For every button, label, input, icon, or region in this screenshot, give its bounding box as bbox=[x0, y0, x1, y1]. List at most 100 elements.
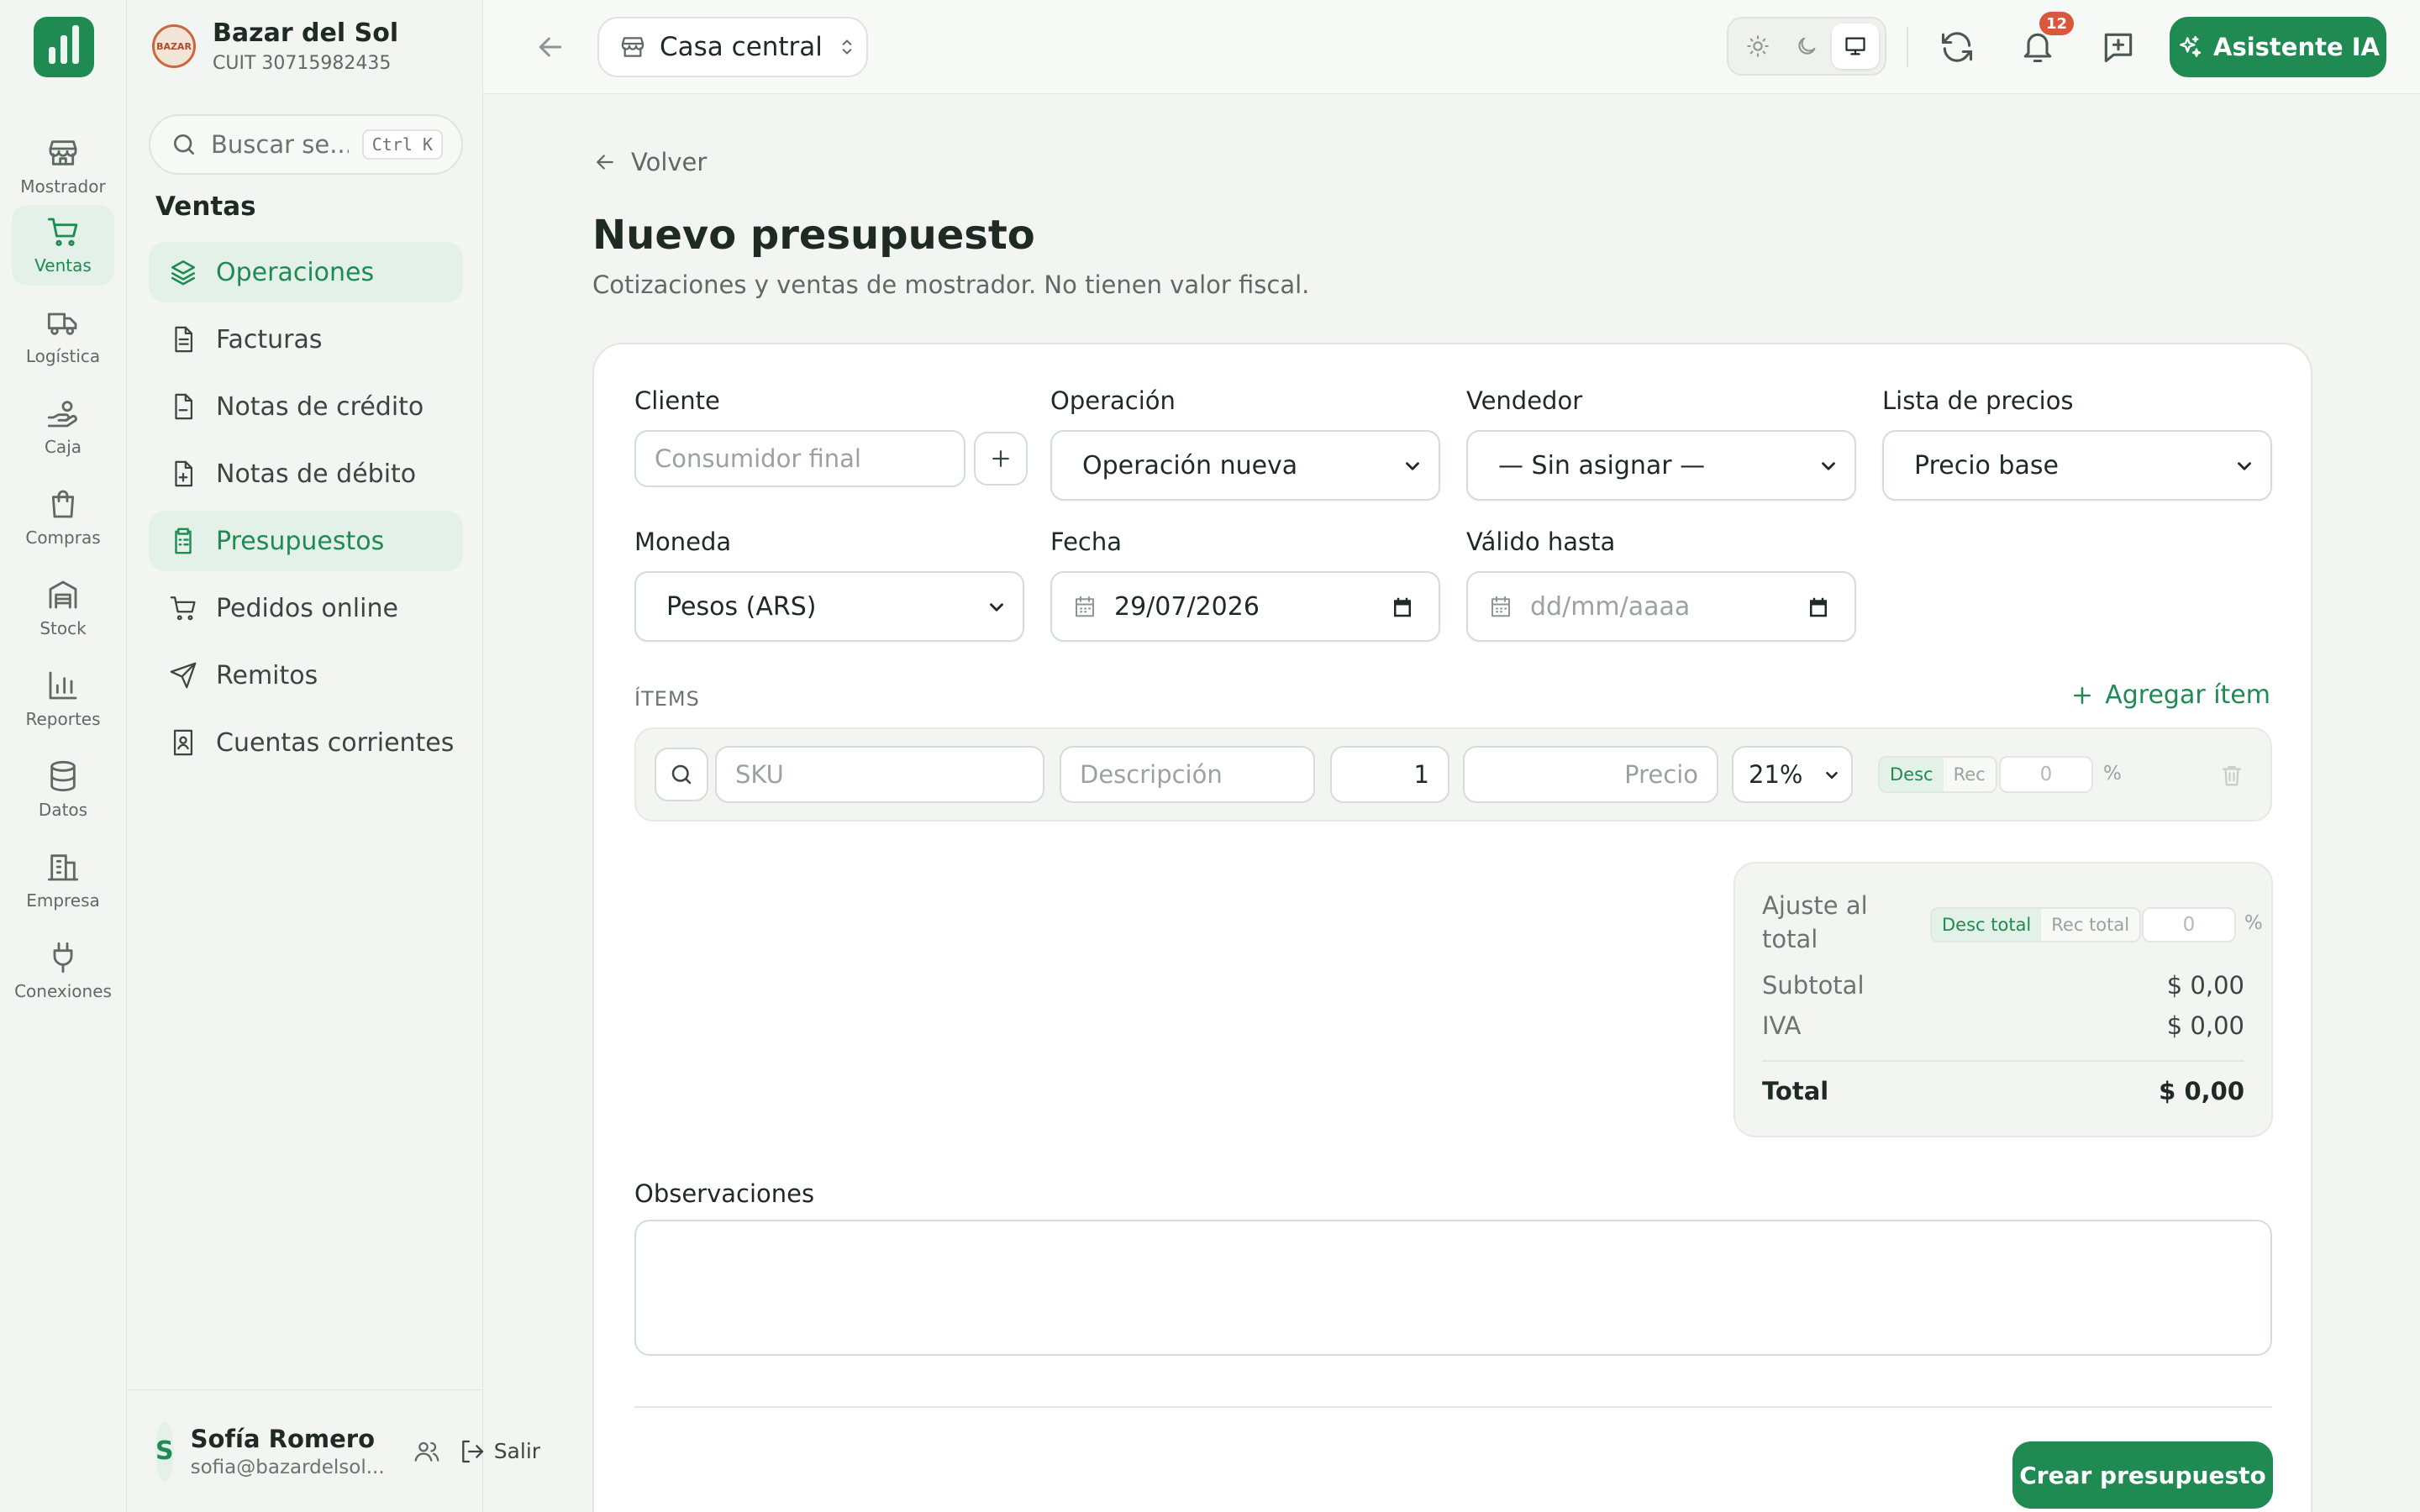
sidebar-item-remitos[interactable]: Remitos bbox=[149, 645, 463, 706]
item-percent-value: 0 bbox=[2039, 764, 2053, 785]
notification-badge: 12 bbox=[2039, 12, 2075, 35]
total-adjust-toggle: Desc total Rec total bbox=[1930, 907, 2142, 942]
quantity-value: 1 bbox=[1413, 760, 1429, 789]
rail-item-empresa[interactable]: Empresa bbox=[12, 840, 114, 921]
rail-item-caja[interactable]: Caja bbox=[12, 386, 114, 467]
chevrons-up-down-icon bbox=[842, 39, 852, 55]
cliente-placeholder: Consumidor final bbox=[655, 444, 861, 473]
app-logo-icon[interactable] bbox=[34, 17, 94, 77]
sun-icon bbox=[1747, 35, 1769, 57]
desc-total-toggle[interactable]: Desc total bbox=[1932, 909, 2042, 941]
store-icon bbox=[621, 37, 644, 57]
sidebar-item-label: Cuentas corrientes bbox=[216, 727, 455, 758]
total-percent-value: 0 bbox=[2182, 914, 2196, 936]
divider bbox=[1907, 27, 1908, 67]
fecha-input[interactable]: 29/07/2026 bbox=[1050, 571, 1440, 642]
add-item-button[interactable]: Agregar ítem bbox=[2070, 680, 2270, 710]
users-icon[interactable] bbox=[413, 1438, 440, 1465]
price-input[interactable]: Precio bbox=[1463, 746, 1718, 803]
trash-icon[interactable] bbox=[2219, 763, 2244, 788]
search-icon bbox=[671, 764, 692, 785]
back-arrow-icon[interactable] bbox=[534, 30, 567, 64]
rail-label: Datos bbox=[38, 800, 88, 820]
rail-item-conexiones[interactable]: Conexiones bbox=[12, 931, 114, 1011]
operacion-value: Operación nueva bbox=[1082, 450, 1298, 480]
lista-precios-select[interactable]: Precio base bbox=[1882, 430, 2272, 501]
company-logo-text: BAZAR bbox=[156, 40, 192, 52]
vendedor-select[interactable]: — Sin asignar — bbox=[1466, 430, 1856, 501]
rail-item-reportes[interactable]: Reportes bbox=[12, 659, 114, 739]
sidebar-item-pedidos-online[interactable]: Pedidos online bbox=[149, 578, 463, 638]
item-percent-input[interactable]: 0 bbox=[1999, 756, 2093, 793]
calendar-picker-icon[interactable] bbox=[1806, 595, 1831, 620]
iva-value: $ 0,00 bbox=[2166, 1011, 2244, 1040]
calendar-picker-icon[interactable] bbox=[1390, 595, 1415, 620]
rail-item-mostrador[interactable]: Mostrador bbox=[12, 126, 114, 207]
sidebar-item-notas-debito[interactable]: Notas de débito bbox=[149, 444, 463, 504]
theme-system-button[interactable] bbox=[1832, 24, 1879, 69]
sidebar-item-notas-credito[interactable]: Notas de crédito bbox=[149, 376, 463, 437]
sidebar-item-label: Facturas bbox=[216, 324, 323, 354]
cliente-label: Cliente bbox=[634, 386, 720, 415]
company-header[interactable]: BAZAR Bazar del Sol CUIT 30715982435 bbox=[152, 18, 398, 74]
chevron-down-icon bbox=[1822, 462, 1835, 470]
fecha-label: Fecha bbox=[1050, 528, 1123, 556]
sidebar-item-operaciones[interactable]: Operaciones bbox=[149, 242, 463, 302]
rec-total-toggle[interactable]: Rec total bbox=[2041, 909, 2139, 941]
description-input[interactable]: Descripción bbox=[1060, 746, 1315, 803]
refresh-icon[interactable] bbox=[1939, 29, 1975, 66]
message-plus-icon[interactable] bbox=[2100, 29, 2137, 66]
bar-chart-icon bbox=[49, 671, 77, 700]
rail-item-ventas[interactable]: Ventas bbox=[12, 205, 114, 286]
rail-item-stock[interactable]: Stock bbox=[12, 568, 114, 648]
layers-icon bbox=[171, 260, 196, 286]
iva-select[interactable]: 21% bbox=[1732, 746, 1853, 803]
rail-item-datos[interactable]: Datos bbox=[12, 749, 114, 830]
rec-toggle[interactable]: Rec bbox=[1944, 758, 1996, 791]
moneda-select[interactable]: Pesos (ARS) bbox=[634, 571, 1024, 642]
sku-input[interactable]: SKU bbox=[715, 746, 1044, 803]
add-client-button[interactable] bbox=[974, 432, 1028, 486]
valido-input[interactable]: dd/mm/aaaa bbox=[1466, 571, 1856, 642]
sidebar-search[interactable]: Buscar se... Ctrl K bbox=[149, 114, 463, 175]
ai-assistant-button[interactable]: Asistente IA bbox=[2170, 17, 2386, 77]
create-quote-button[interactable]: Crear presupuesto bbox=[2012, 1441, 2273, 1509]
sparkles-icon bbox=[2180, 35, 2202, 57]
observaciones-label: Observaciones bbox=[634, 1179, 815, 1208]
branch-name: Casa central bbox=[660, 32, 823, 62]
branch-selector[interactable]: Casa central bbox=[597, 17, 868, 77]
cliente-input[interactable]: Consumidor final bbox=[634, 430, 965, 487]
quantity-input[interactable]: 1 bbox=[1330, 746, 1449, 803]
moon-icon bbox=[1798, 37, 1816, 55]
sidebar-item-label: Presupuestos bbox=[216, 526, 385, 556]
sidebar-item-facturas[interactable]: Facturas bbox=[149, 309, 463, 370]
subtotal-label: Subtotal bbox=[1762, 971, 1865, 1000]
desc-toggle[interactable]: Desc bbox=[1880, 758, 1944, 791]
truck-icon bbox=[47, 312, 77, 335]
rail-label: Conexiones bbox=[14, 981, 112, 1001]
product-search-button[interactable] bbox=[655, 748, 708, 801]
rail-item-logistica[interactable]: Logística bbox=[12, 296, 114, 376]
observaciones-textarea[interactable] bbox=[634, 1220, 2272, 1356]
avatar[interactable]: S bbox=[155, 1420, 174, 1482]
chevron-down-icon bbox=[1826, 771, 1838, 780]
chevron-down-icon bbox=[990, 603, 1003, 612]
calendar-icon bbox=[1491, 596, 1510, 617]
total-percent-input[interactable]: 0 bbox=[2142, 907, 2236, 942]
vendedor-label: Vendedor bbox=[1466, 386, 1583, 415]
sidebar-item-presupuestos[interactable]: Presupuestos bbox=[149, 511, 463, 571]
sidebar-item-cuentas-corrientes[interactable]: Cuentas corrientes bbox=[149, 712, 463, 773]
operacion-select[interactable]: Operación nueva bbox=[1050, 430, 1440, 501]
back-link[interactable]: Volver bbox=[592, 148, 707, 176]
subtotal-value: $ 0,00 bbox=[2166, 971, 2244, 1000]
item-row: SKU Descripción 1 Precio 21% Desc Rec 0 bbox=[634, 727, 2272, 822]
fecha-value: 29/07/2026 bbox=[1114, 591, 1260, 622]
page-title: Nuevo presupuesto bbox=[592, 212, 1035, 259]
rail-item-compras[interactable]: Compras bbox=[12, 477, 114, 558]
cart-icon bbox=[170, 596, 196, 621]
theme-light-button[interactable] bbox=[1734, 24, 1781, 69]
back-link-label: Volver bbox=[631, 148, 708, 176]
rail-label: Reportes bbox=[25, 709, 101, 729]
rail-label: Empresa bbox=[26, 890, 100, 911]
theme-dark-button[interactable] bbox=[1783, 24, 1830, 69]
